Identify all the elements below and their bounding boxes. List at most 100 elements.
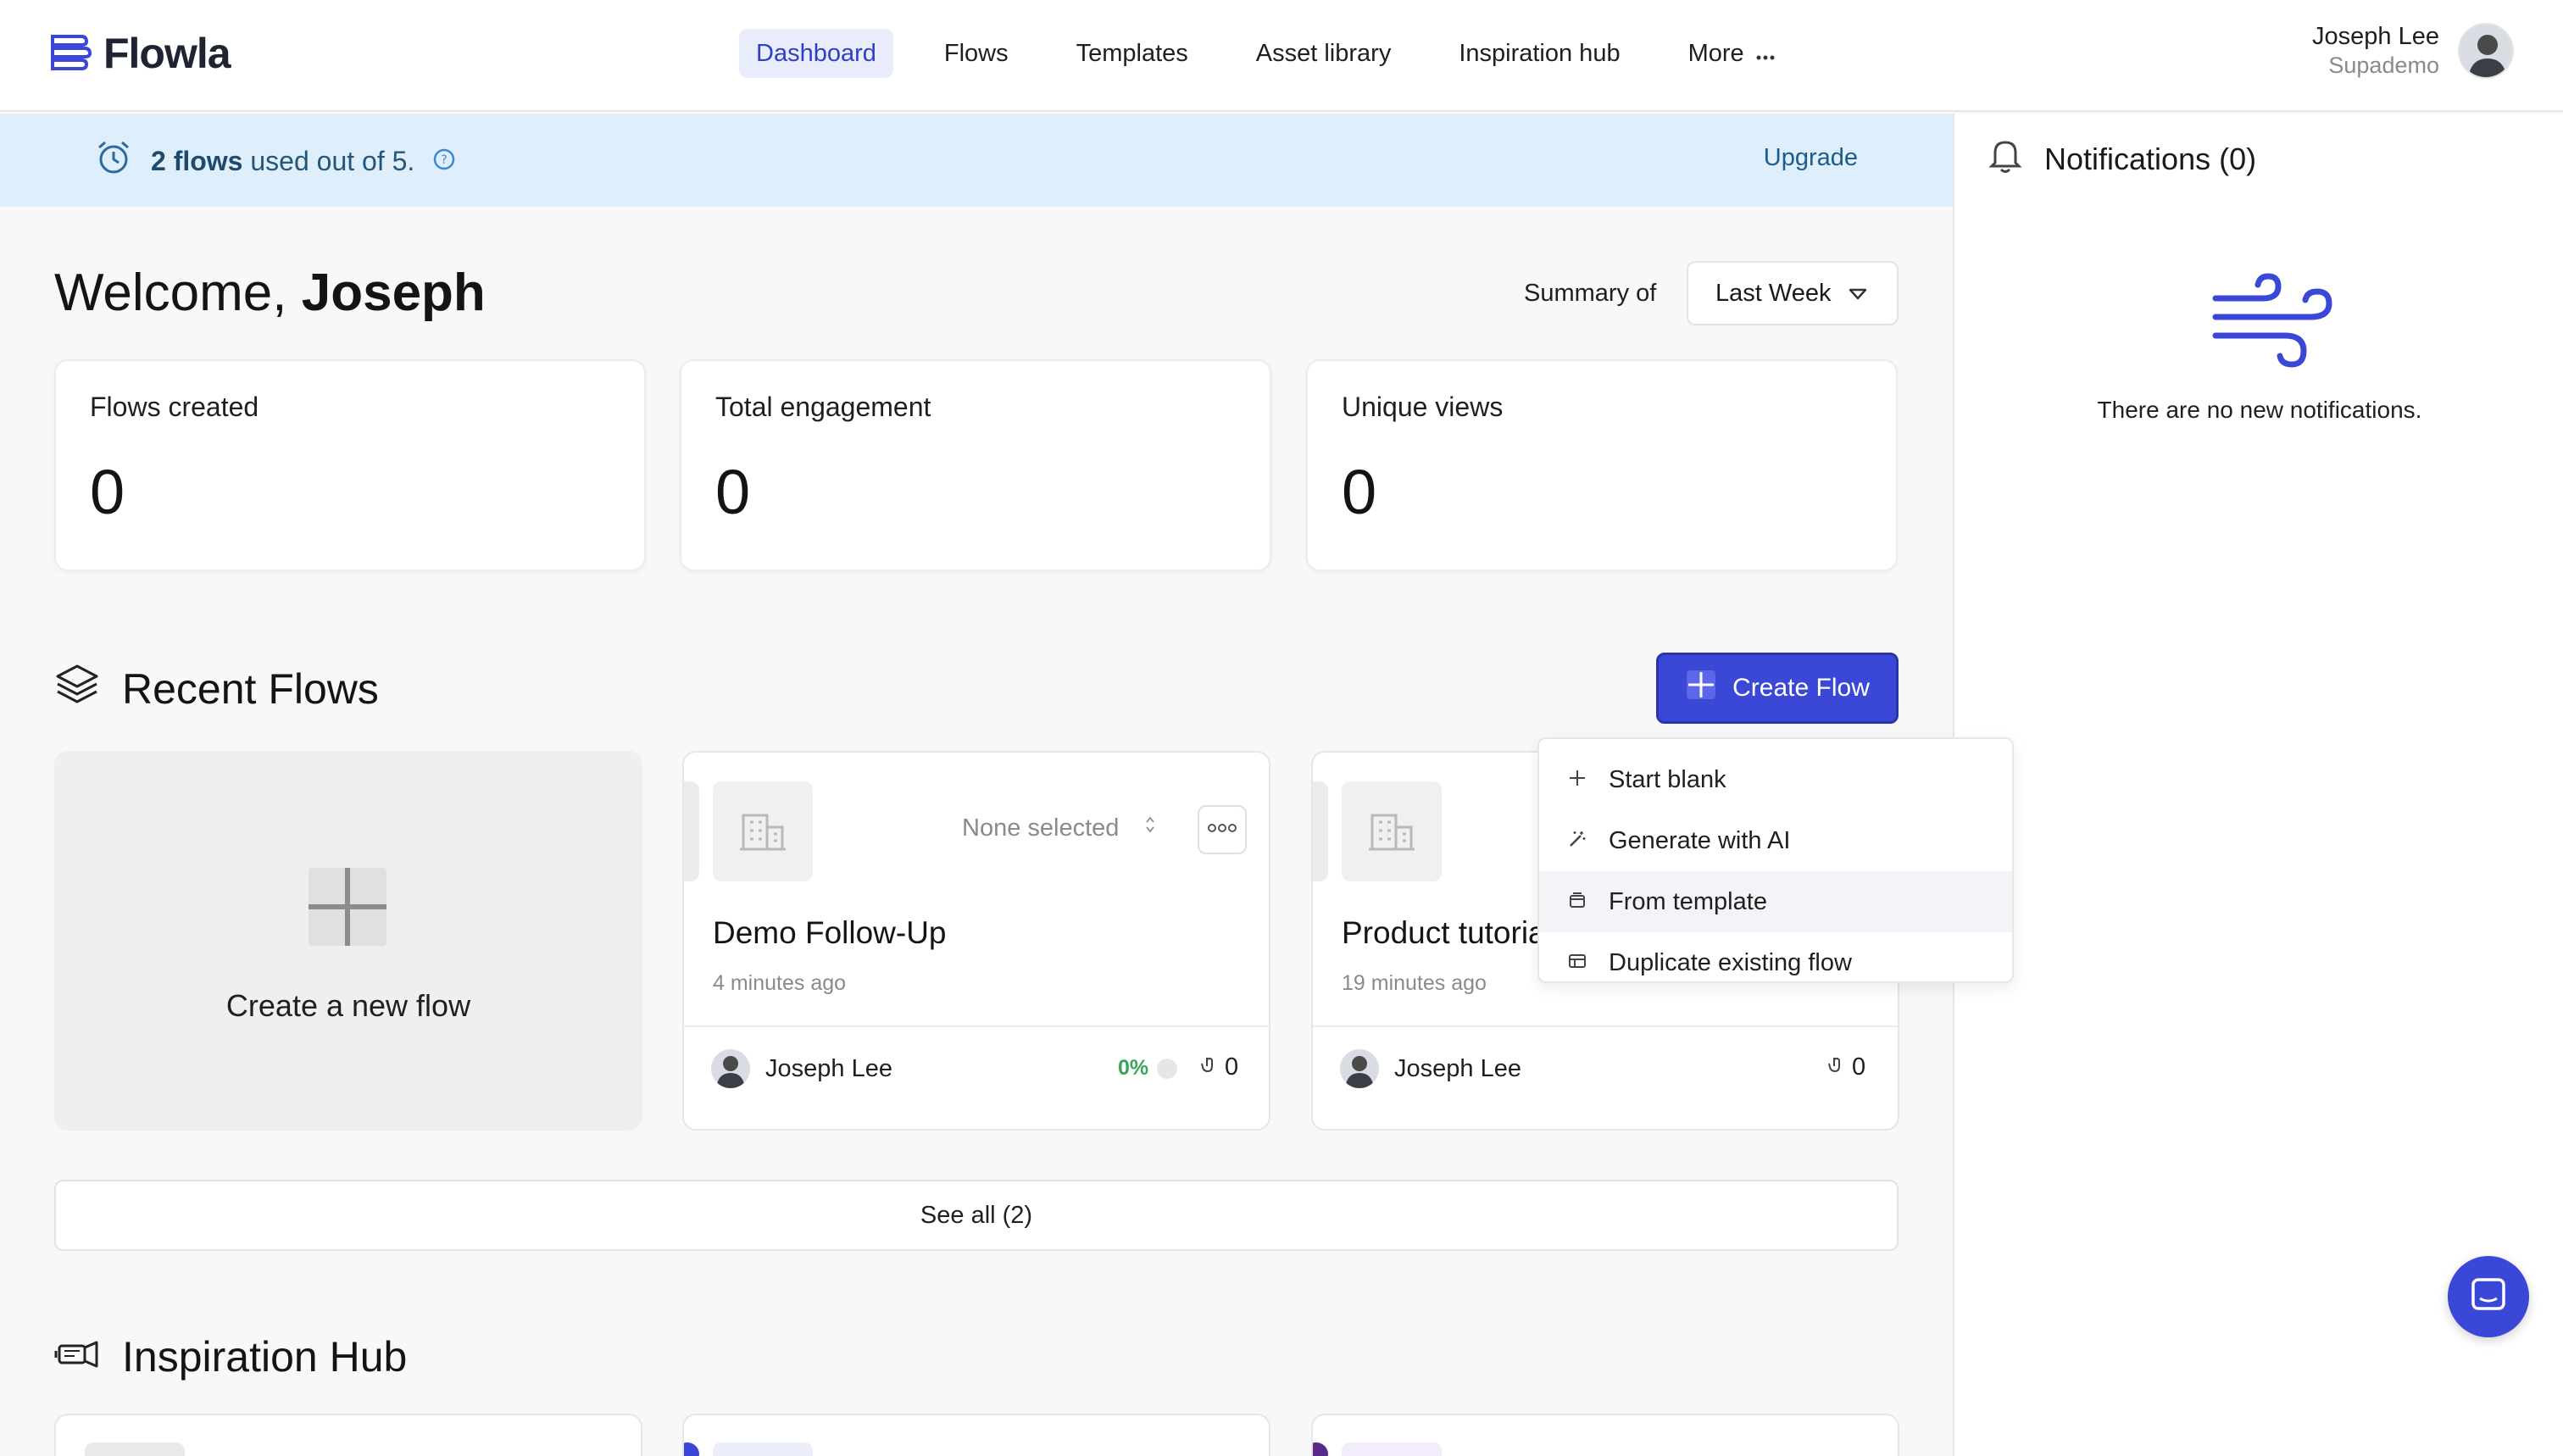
flowla-logo-icon: [49, 31, 92, 76]
menu-item-label: From template: [1609, 887, 1767, 915]
megaphone-icon: [54, 1332, 100, 1381]
menu-item-start-blank[interactable]: Start blank: [1539, 749, 2012, 810]
see-all-flows-button[interactable]: See all (2): [54, 1180, 1899, 1251]
chat-icon: [2470, 1276, 2507, 1318]
template-icon: [1568, 888, 1587, 916]
create-flow-menu: Start blank Generate with AI From templa…: [1537, 737, 2014, 983]
chat-support-button[interactable]: [2448, 1256, 2529, 1337]
help-circle-icon[interactable]: ?: [433, 146, 455, 177]
ellipsis-icon: [1756, 29, 1775, 78]
chevron-up-down-icon: [1144, 814, 1156, 842]
inspiration-card[interactable]: [682, 1414, 1270, 1456]
create-new-flow-label: Create a new flow: [225, 988, 471, 1023]
pointer-click-icon: [1199, 1053, 1218, 1081]
menu-item-from-template[interactable]: From template: [1539, 871, 2012, 932]
menu-item-generate-ai[interactable]: Generate with AI: [1539, 810, 2012, 871]
flow-title[interactable]: Product tutorial: [1342, 915, 1553, 951]
upgrade-link[interactable]: Upgrade: [1764, 144, 1858, 172]
stat-label: Flows created: [90, 392, 259, 422]
nav-asset-library[interactable]: Asset library: [1239, 29, 1409, 78]
inspiration-hub-title: Inspiration Hub: [122, 1333, 408, 1381]
flow-engagement: 0: [1826, 1053, 1865, 1081]
user-name: Joseph Lee: [2312, 23, 2439, 50]
engagement-count: 0: [1225, 1053, 1239, 1081]
owner-avatar: [1340, 1049, 1379, 1088]
duplicate-icon: [1568, 949, 1587, 977]
recent-flows-heading: Recent Flows: [54, 661, 379, 717]
create-flow-label: Create Flow: [1732, 674, 1870, 702]
stat-card-flows-created: Flows created 0: [54, 359, 646, 571]
flow-title[interactable]: Demo Follow-Up: [713, 915, 947, 951]
stat-value: 0: [90, 457, 125, 527]
layers-icon: [54, 661, 100, 717]
menu-item-duplicate-flow[interactable]: Duplicate existing flow: [1539, 932, 2012, 993]
usage-banner: 2 flows used out of 5. ? Upgrade: [0, 114, 1953, 207]
menu-item-label: Start blank: [1609, 765, 1726, 793]
flow-owner: Joseph Lee: [711, 1049, 892, 1088]
nav-inspiration-hub[interactable]: Inspiration hub: [1442, 29, 1637, 78]
magic-wand-icon: [1568, 827, 1587, 855]
main-nav: Dashboard Flows Templates Asset library …: [739, 29, 1826, 78]
plus-icon: [1568, 766, 1587, 794]
create-new-flow-card[interactable]: Create a new flow: [54, 751, 642, 1131]
completion-ring-icon: [1157, 1058, 1178, 1079]
building-icon: [1367, 807, 1416, 857]
welcome-greeting: Welcome,: [54, 264, 287, 322]
completion-percent: 0%: [1118, 1056, 1149, 1080]
nav-flows[interactable]: Flows: [927, 29, 1026, 78]
owner-name: Joseph Lee: [1394, 1054, 1521, 1082]
flow-completion: 0%: [1118, 1056, 1178, 1081]
wind-icon: [2212, 273, 2334, 375]
stat-card-total-engagement: Total engagement 0: [680, 359, 1271, 571]
stat-card-unique-views: Unique views 0: [1306, 359, 1898, 571]
user-menu[interactable]: Joseph Lee Supademo: [2312, 22, 2514, 80]
owner-name: Joseph Lee: [765, 1054, 892, 1082]
flow-card-demo-follow-up[interactable]: None selected Demo Follow-Up 4 minutes a…: [682, 751, 1270, 1131]
company-logo-placeholder: [1342, 781, 1442, 881]
chevron-down-icon: [1848, 280, 1868, 308]
flow-options-button[interactable]: [1198, 805, 1247, 854]
logo[interactable]: Flowla: [49, 29, 231, 78]
flow-status-select[interactable]: None selected: [962, 814, 1156, 842]
summary-label: Summary of: [1524, 280, 1657, 307]
pointer-click-icon: [1826, 1053, 1845, 1081]
recent-flows-title: Recent Flows: [122, 665, 379, 713]
plus-icon: [307, 866, 388, 952]
plus-icon: [1685, 669, 1717, 708]
inspiration-card[interactable]: [1311, 1414, 1899, 1456]
create-flow-button[interactable]: Create Flow: [1656, 653, 1899, 724]
user-avatar[interactable]: [2458, 23, 2514, 79]
user-org: Supademo: [2328, 53, 2439, 78]
nav-dashboard[interactable]: Dashboard: [739, 29, 893, 78]
company-logo-placeholder: [713, 781, 813, 881]
building-icon: [738, 807, 787, 857]
stat-label: Total engagement: [715, 392, 931, 422]
nav-more-label: More: [1687, 40, 1744, 67]
welcome-name: Joseph: [301, 264, 486, 322]
stat-label: Unique views: [1342, 392, 1504, 422]
flow-owner: Joseph Lee: [1340, 1049, 1521, 1088]
flow-engagement: 0: [1199, 1053, 1238, 1081]
nav-more[interactable]: More: [1671, 29, 1792, 78]
more-horizontal-icon: [1208, 822, 1237, 837]
notifications-title: Notifications (0): [2044, 141, 2257, 176]
flow-updated-time: 4 minutes ago: [713, 971, 847, 995]
inspiration-card[interactable]: [54, 1414, 642, 1456]
summary-period-select[interactable]: Last Week: [1687, 261, 1899, 325]
stat-value: 0: [1342, 457, 1377, 527]
notifications-empty-text: There are no new notifications.: [2097, 397, 2422, 423]
menu-item-label: Generate with AI: [1609, 826, 1791, 854]
owner-avatar: [711, 1049, 750, 1088]
nav-templates[interactable]: Templates: [1059, 29, 1205, 78]
flows-used-count: 2 flows: [151, 145, 243, 176]
flow-select-placeholder: None selected: [962, 814, 1120, 842]
stat-value: 0: [715, 457, 751, 527]
inspiration-hub-heading: Inspiration Hub: [54, 1332, 407, 1381]
welcome-heading: Welcome, Joseph: [54, 263, 486, 323]
alarm-clock-icon: [95, 139, 132, 183]
engagement-count: 0: [1852, 1053, 1866, 1081]
logo-text: Flowla: [103, 30, 231, 77]
bell-icon[interactable]: [1988, 136, 2022, 182]
svg-text:?: ?: [442, 153, 448, 167]
menu-item-label: Duplicate existing flow: [1609, 948, 1852, 976]
